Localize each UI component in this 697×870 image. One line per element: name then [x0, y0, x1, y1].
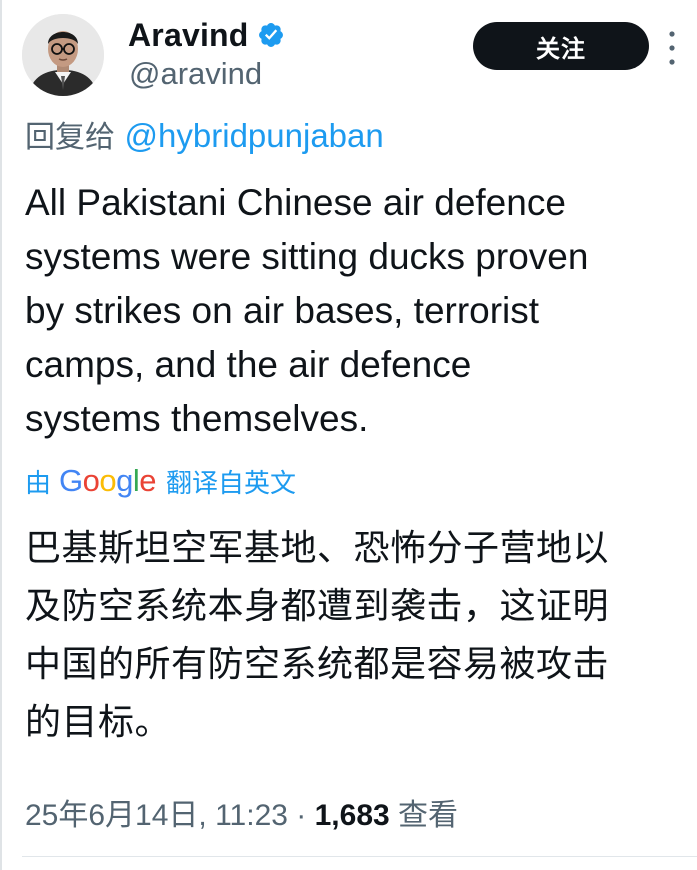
display-name[interactable]: Aravind [128, 17, 249, 54]
left-divider [0, 0, 2, 870]
tweet-text-line: camps, and the air defence [25, 344, 472, 385]
tweet-text-line: systems were sitting ducks proven [25, 236, 589, 277]
translation-suffix: 翻译自英文 [166, 468, 297, 499]
follow-button[interactable]: 关注 [473, 22, 649, 70]
translated-text: 巴基斯坦空军基地、恐怖分子营地以 及防空系统本身都遭到袭击，这证明 中国的所有防… [25, 520, 690, 752]
translation-attribution[interactable]: 由 Google 翻译自英文 [25, 460, 296, 502]
bottom-divider [22, 856, 697, 857]
verified-badge-icon [257, 21, 285, 49]
tweet-text-line: All Pakistani Chinese air defence [25, 182, 566, 223]
tweet-text-line: systems themselves. [25, 398, 369, 439]
name-row: Aravind [128, 14, 285, 56]
more-options-icon[interactable] [666, 28, 678, 68]
reply-mention-link[interactable]: @hybridpunjaban [125, 117, 384, 154]
avatar[interactable] [22, 14, 104, 96]
portrait-avatar-icon [22, 14, 104, 96]
translation-prefix: 由 [25, 468, 52, 499]
user-handle[interactable]: @aravind [129, 56, 262, 92]
reply-prefix: 回复给 [25, 120, 125, 155]
translated-text-line: 及防空系统本身都遭到袭击，这证明 [25, 586, 610, 627]
translated-text-line: 中国的所有防空系统都是容易被攻击 [25, 644, 610, 685]
timestamp-link[interactable]: 25年6月14日, 11:23 [25, 799, 288, 832]
tweet-text-line: by strikes on air bases, terrorist [25, 290, 540, 331]
translated-text-line: 的目标。 [25, 702, 172, 743]
tweet-text: All Pakistani Chinese air defence system… [25, 176, 685, 446]
tweet-meta: 25年6月14日, 11:23 · 1,683 查看 [25, 790, 458, 834]
translated-text-line: 巴基斯坦空军基地、恐怖分子营地以 [25, 528, 610, 569]
replying-to: 回复给 @hybridpunjaban [25, 112, 384, 156]
google-logo-icon: Google [59, 463, 157, 498]
views-count: 1,683 [314, 799, 390, 832]
meta-separator: · [287, 799, 315, 832]
tweet-header: Aravind @aravind 关注 [22, 14, 682, 102]
views-label: 查看 [389, 799, 459, 832]
